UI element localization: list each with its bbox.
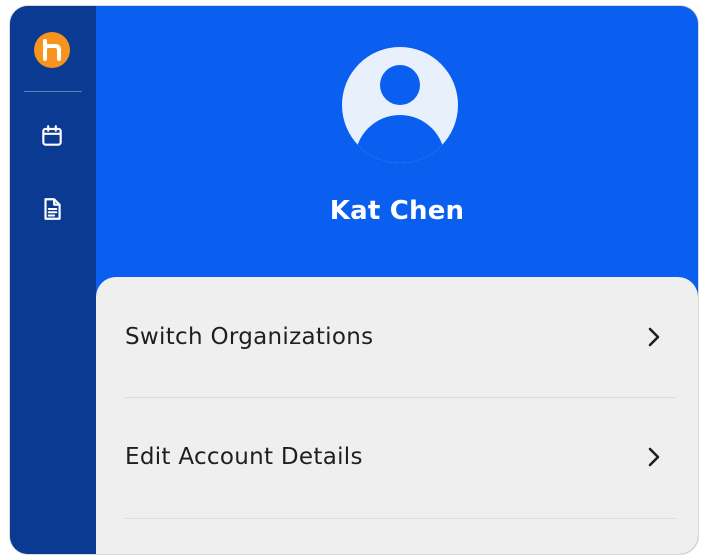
sidebar-item-calendar[interactable]	[37, 121, 67, 151]
menu-item-label: Edit Account Details	[125, 443, 363, 470]
calendar-icon	[42, 125, 62, 146]
avatar-head	[380, 65, 420, 105]
account-menu-panel: Switch Organizations Edit Account Detail…	[96, 277, 698, 554]
app-logo-icon[interactable]	[34, 32, 70, 68]
switch-organizations-button[interactable]: Switch Organizations	[125, 277, 676, 396]
chevron-right-icon	[644, 447, 664, 467]
sidebar-divider	[24, 91, 82, 92]
edit-account-details-button[interactable]: Edit Account Details	[125, 397, 676, 516]
profile-screen: Kat Chen Switch Organizations Edit Accou…	[96, 6, 698, 554]
document-icon	[44, 198, 61, 220]
menu-divider	[125, 518, 676, 519]
menu-item-label: Switch Organizations	[125, 323, 374, 350]
app-window: Kat Chen Switch Organizations Edit Accou…	[10, 6, 698, 554]
user-avatar-icon	[342, 47, 458, 163]
avatar-body	[355, 115, 445, 163]
sidebar-item-document[interactable]	[37, 194, 67, 224]
sidebar	[10, 6, 96, 554]
user-name: Kat Chen	[329, 196, 465, 226]
chevron-right-icon	[644, 327, 664, 347]
